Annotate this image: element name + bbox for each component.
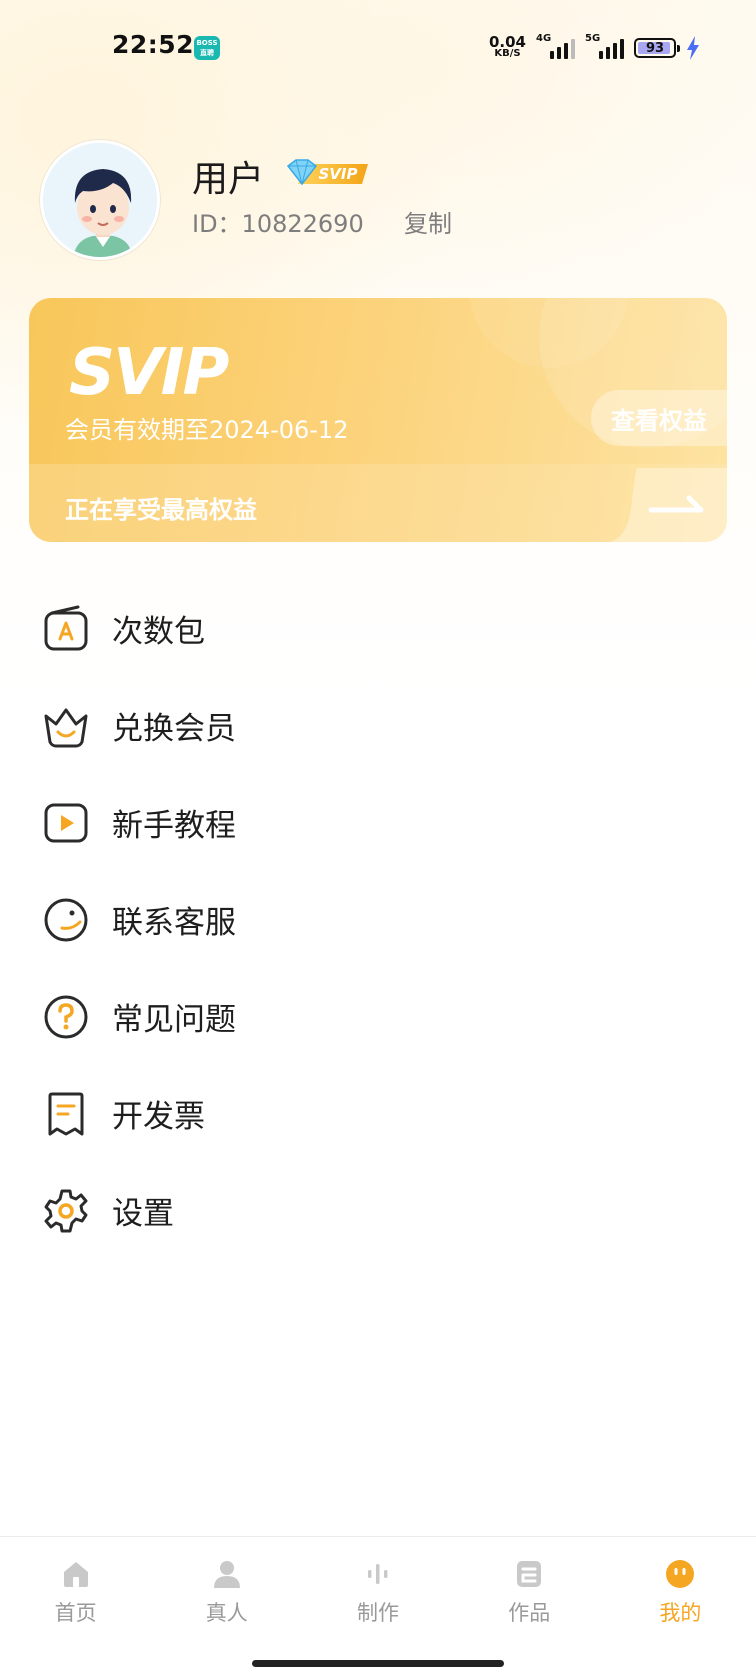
menu-item-settings[interactable]: 设置	[0, 1162, 756, 1259]
network-speed: 0.04 KB/S	[488, 33, 526, 60]
network-speed-unit: KB/S	[494, 48, 521, 59]
svip-badge-text: SVIP	[319, 165, 358, 183]
works-icon	[517, 1561, 542, 1587]
menu-item-label: 兑换会员	[112, 711, 236, 747]
smile-icon	[44, 898, 88, 941]
avatar-illustration	[43, 143, 157, 257]
signal-5g-label: 5G	[585, 33, 601, 44]
menu-item-customer-service[interactable]: 联系客服	[0, 871, 756, 968]
signal-5g-icon: 5G	[585, 33, 624, 59]
menu-item-label: 联系客服	[112, 905, 236, 941]
play-icon	[44, 803, 88, 842]
menu-item-package[interactable]: 次数包	[0, 580, 756, 677]
person-icon	[213, 1561, 240, 1588]
username: 用户	[192, 159, 265, 200]
tab-home[interactable]: 首页	[0, 1537, 151, 1680]
menu-item-faq[interactable]: 常见问题	[0, 968, 756, 1065]
membership-expiry: 会员有效期至2024-06-12	[65, 416, 349, 444]
crown-icon	[44, 708, 88, 747]
profile-face-icon	[666, 1560, 695, 1588]
settings-menu: 次数包 兑换会员 新手教程 联系客服 常见问题 开发票 设置	[0, 580, 756, 1259]
copy-id-button[interactable]: 复制	[404, 204, 452, 239]
svip-badge: SVIP	[286, 159, 368, 186]
benefit-status: 正在享受最高权益	[65, 496, 257, 524]
menu-item-label: 设置	[112, 1196, 174, 1232]
menu-item-redeem-vip[interactable]: 兑换会员	[0, 677, 756, 774]
menu-item-label: 常见问题	[112, 1002, 236, 1038]
card-arrow-button[interactable]	[609, 468, 727, 542]
battery-level: 93	[645, 40, 665, 56]
invoice-icon	[48, 1092, 84, 1135]
boss-app-icon: BOSS 直聘	[194, 36, 220, 60]
svip-logo-text: SVIP	[69, 336, 229, 402]
svip-logo: SVIP	[69, 336, 231, 402]
signal-4g-icon: 4G	[536, 33, 575, 59]
tab-mine[interactable]: 我的	[605, 1537, 756, 1680]
view-benefits-button[interactable]: 查看权益	[591, 390, 727, 446]
status-bar: 22:52 BOSS 直聘 0.04 KB/S 4G 5G 93	[0, 0, 756, 96]
gear-icon	[44, 1189, 88, 1232]
tab-label: 制作	[357, 1601, 399, 1625]
question-icon	[44, 995, 88, 1038]
menu-item-tutorial[interactable]: 新手教程	[0, 774, 756, 871]
home-indicator[interactable]	[252, 1660, 504, 1667]
tab-label: 真人	[205, 1601, 248, 1625]
avatar[interactable]	[40, 140, 160, 260]
svip-membership-card[interactable]: SVIP 会员有效期至2024-06-12 查看权益 正在享受最高权益	[29, 298, 727, 542]
menu-item-invoice[interactable]: 开发票	[0, 1065, 756, 1162]
status-time: 22:52	[112, 30, 195, 59]
charging-bolt-icon	[687, 36, 699, 60]
bottom-tab-bar: 首页 真人 制作 作品 我的	[0, 1536, 756, 1680]
network-speed-value: 0.04	[488, 33, 526, 51]
waveform-icon	[368, 1564, 388, 1584]
tab-real-person[interactable]: 真人	[151, 1537, 302, 1680]
tab-label: 作品	[508, 1601, 551, 1625]
menu-item-label: 开发票	[112, 1099, 205, 1135]
battery-icon: 93	[634, 38, 680, 58]
tab-label: 首页	[54, 1601, 97, 1625]
tab-create[interactable]: 制作	[302, 1537, 453, 1680]
signal-4g-label: 4G	[536, 33, 552, 44]
status-right-group: 0.04 KB/S 4G 5G 93	[489, 32, 700, 64]
menu-item-label: 新手教程	[112, 808, 236, 844]
package-icon	[44, 605, 88, 650]
tab-works[interactable]: 作品	[454, 1537, 605, 1680]
menu-item-label: 次数包	[112, 614, 205, 650]
user-id: ID：10822690	[192, 210, 364, 238]
tab-label: 我的	[659, 1601, 702, 1625]
home-icon	[63, 1562, 88, 1587]
